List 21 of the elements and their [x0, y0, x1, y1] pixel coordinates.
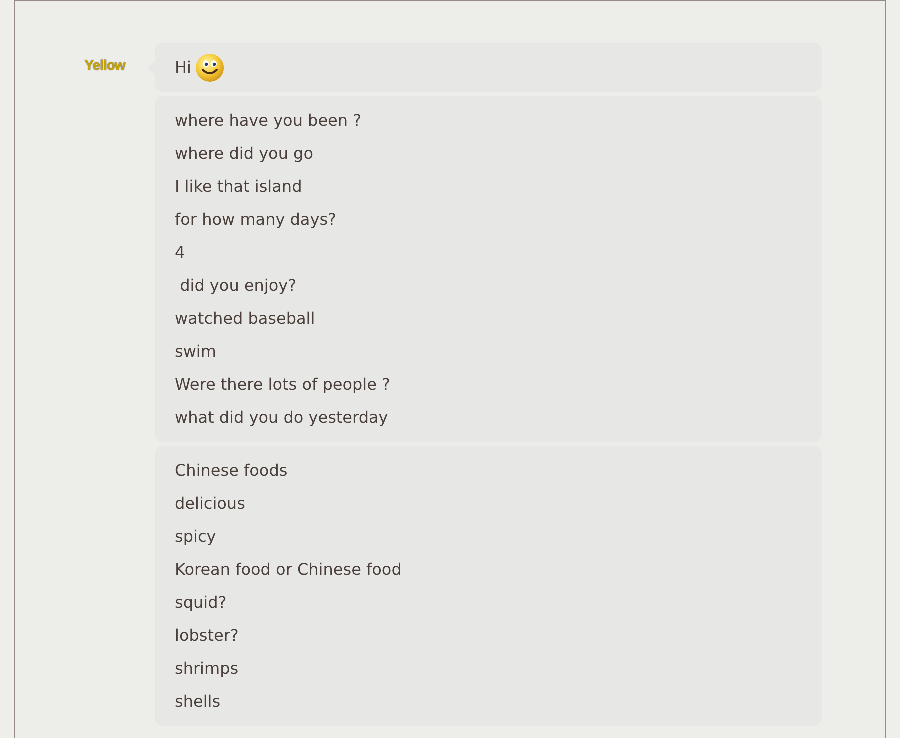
message-text: did you enjoy?: [179, 276, 297, 296]
message-text: shells: [175, 692, 221, 712]
message-text: Korean food or Chinese food: [175, 560, 402, 580]
message-text: Hi: [175, 58, 192, 78]
message-text: 4: [175, 242, 186, 262]
message-text: I like that island: [175, 176, 302, 196]
message-text: delicious: [175, 494, 246, 514]
message-text: what did you do yesterday: [175, 408, 388, 428]
message-text: Chinese foods: [175, 460, 288, 480]
message-text: for how many days?: [175, 210, 337, 230]
logo: Yellow: [84, 57, 126, 73]
message-text: where have you been ?: [175, 110, 362, 130]
message-text: watched baseball: [175, 308, 316, 328]
message-text: Were there lots of people ?: [175, 374, 391, 394]
message-text: swim: [175, 342, 216, 362]
smiley-icon: [195, 52, 226, 82]
message-text: lobster?: [175, 626, 239, 646]
message-text: spicy: [175, 526, 216, 546]
message-text: shrimps: [175, 658, 239, 678]
message-text: where did you go: [175, 144, 314, 164]
message-text: squid?: [175, 592, 227, 612]
